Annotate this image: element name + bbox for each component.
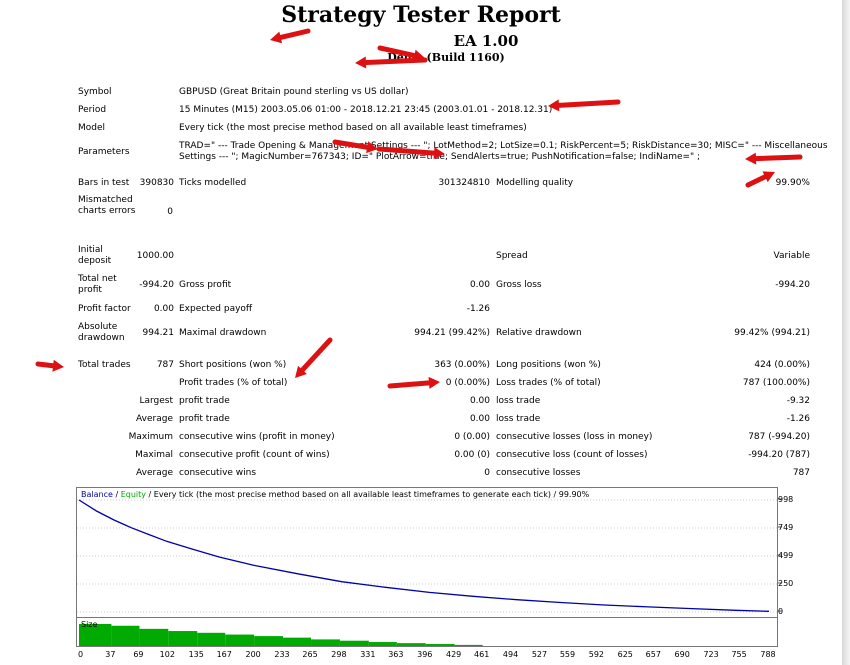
arrow-head — [433, 147, 445, 160]
page-shadow — [842, 0, 850, 665]
arrow-shaft — [753, 154, 803, 162]
arrow-head — [366, 141, 378, 154]
arrow-shaft — [299, 337, 333, 373]
arrow-shaft — [332, 139, 370, 150]
arrow-shaft — [278, 28, 311, 40]
arrow-shaft — [745, 174, 768, 188]
arrow-shaft — [556, 99, 621, 108]
annotation-arrows — [35, 28, 803, 389]
arrow-head — [428, 376, 440, 389]
arrow-head — [745, 152, 757, 165]
arrow-shaft — [387, 380, 432, 389]
arrow-head — [355, 56, 367, 69]
arrow-shaft — [35, 361, 56, 369]
arrow-shaft — [376, 146, 437, 156]
arrow-head — [52, 359, 64, 372]
arrow-head — [548, 99, 560, 112]
arrow-head — [270, 31, 283, 44]
report-page: Strategy Tester Report EA 1.00 Demo (Bui… — [0, 0, 845, 665]
arrow-shaft — [377, 45, 417, 59]
arrow-shaft — [363, 57, 428, 66]
